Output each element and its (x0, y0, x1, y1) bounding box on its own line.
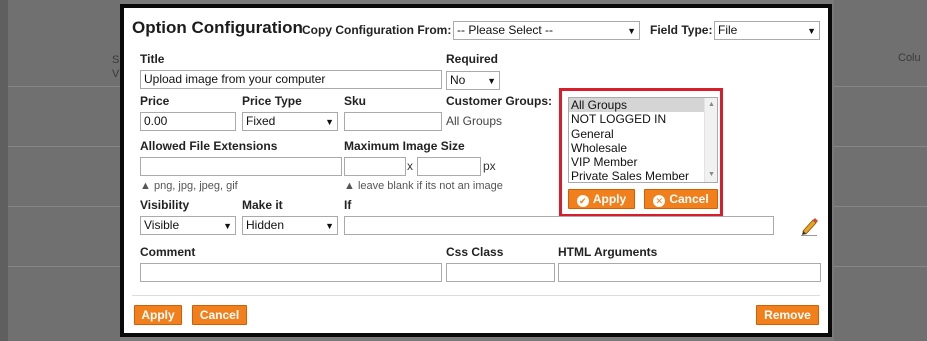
dialog-title: Option Configuration (132, 18, 303, 37)
customer-group-option[interactable]: Private Sales Member (569, 169, 717, 182)
allowed-ext-input[interactable] (140, 157, 342, 176)
visibility-value: Visible (144, 218, 180, 232)
allowed-ext-hint-text: png, jpg, jpeg, gif (153, 180, 238, 192)
customer-groups-label: Customer Groups: (446, 94, 553, 108)
make-it-label: Make it (242, 198, 283, 212)
field-type-value: File (718, 23, 738, 37)
copy-config-value: -- Please Select -- (457, 23, 554, 37)
scroll-up-icon[interactable]: ▲ (705, 99, 717, 111)
check-circle-icon: ✔ (576, 195, 589, 207)
max-image-size-hint: ▲ leave blank if its not an image (344, 180, 503, 192)
background-column-header: Colu (898, 52, 921, 64)
max-image-size-label: Maximum Image Size (344, 139, 465, 153)
remove-button[interactable]: Remove (756, 305, 819, 325)
max-height-input[interactable] (417, 157, 481, 176)
title-label: Title (140, 52, 165, 66)
customer-group-option[interactable]: Wholesale (569, 141, 717, 155)
copy-config-select[interactable]: -- Please Select -- ▼ (453, 21, 640, 40)
sku-label: Sku (344, 94, 367, 108)
required-select[interactable]: No ▼ (446, 71, 500, 90)
comment-label: Comment (140, 245, 196, 259)
customer-group-option[interactable]: NOT LOGGED IN (569, 112, 717, 126)
apply-button[interactable]: Apply (134, 305, 182, 325)
allowed-ext-hint: ▲ png, jpg, jpeg, gif (140, 180, 238, 192)
option-configuration-dialog: Option Configuration Copy Configuration … (120, 4, 832, 337)
field-type-label: Field Type: (650, 23, 713, 37)
chevron-down-icon: ▼ (325, 117, 334, 127)
chevron-down-icon: ▼ (325, 221, 334, 231)
scroll-down-icon[interactable]: ▼ (705, 169, 717, 181)
required-value: No (450, 73, 466, 87)
max-width-input[interactable] (344, 157, 406, 176)
css-class-input[interactable] (446, 263, 555, 282)
if-label: If (344, 198, 352, 212)
pencil-icon[interactable] (800, 216, 818, 236)
if-input[interactable] (344, 216, 774, 235)
customer-groups-cancel-button[interactable]: ✕ Cancel (644, 189, 718, 209)
background-text: S (112, 54, 120, 66)
field-type-select[interactable]: File ▼ (714, 21, 820, 40)
css-class-label: Css Class (446, 245, 504, 259)
background-left-panel: S V (0, 0, 120, 341)
visibility-select[interactable]: Visible ▼ (140, 216, 236, 235)
price-type-select[interactable]: Fixed ▼ (242, 112, 338, 131)
price-input[interactable]: 0.00 (140, 112, 236, 131)
title-input[interactable]: Upload image from your computer (140, 70, 442, 89)
price-type-label: Price Type (242, 94, 302, 108)
chevron-down-icon: ▼ (627, 26, 636, 36)
close-circle-icon: ✕ (653, 195, 666, 207)
max-image-size-hint-text: leave blank if its not an image (357, 180, 503, 192)
cancel-button[interactable]: Cancel (192, 305, 247, 325)
customer-group-option[interactable]: General (569, 127, 717, 141)
customer-groups-summary: All Groups (446, 114, 503, 128)
customer-groups-apply-button[interactable]: ✔ Apply (568, 189, 635, 209)
chevron-down-icon: ▼ (807, 26, 816, 36)
required-label: Required (446, 52, 499, 66)
sku-input[interactable] (344, 112, 442, 131)
footer-divider (132, 295, 820, 296)
html-args-input[interactable] (558, 263, 821, 282)
customer-groups-listbox[interactable]: All Groups NOT LOGGED IN General Wholesa… (568, 97, 718, 183)
chevron-down-icon: ▼ (487, 76, 496, 86)
visibility-label: Visibility (140, 198, 190, 212)
comment-input[interactable] (140, 263, 442, 282)
make-it-select[interactable]: Hidden ▼ (242, 216, 338, 235)
cancel-label: Cancel (669, 192, 709, 206)
background-text: V (112, 68, 120, 80)
copy-config-label: Copy Configuration From: (302, 23, 452, 37)
size-unit: px (483, 159, 496, 173)
price-type-value: Fixed (246, 114, 276, 128)
html-args-label: HTML Arguments (558, 245, 658, 259)
price-label: Price (140, 94, 170, 108)
chevron-down-icon: ▼ (223, 221, 232, 231)
allowed-ext-label: Allowed File Extensions (140, 139, 278, 153)
background-right-panel: Colu (834, 0, 927, 341)
customer-group-option[interactable]: VIP Member (569, 155, 717, 169)
customer-groups-highlight: All Groups NOT LOGGED IN General Wholesa… (559, 88, 723, 217)
customer-group-option[interactable]: All Groups (569, 98, 717, 113)
make-it-value: Hidden (246, 218, 285, 232)
apply-label: Apply (592, 192, 627, 206)
listbox-scrollbar[interactable]: ▲ ▼ (704, 98, 717, 182)
size-separator: x (407, 159, 413, 173)
